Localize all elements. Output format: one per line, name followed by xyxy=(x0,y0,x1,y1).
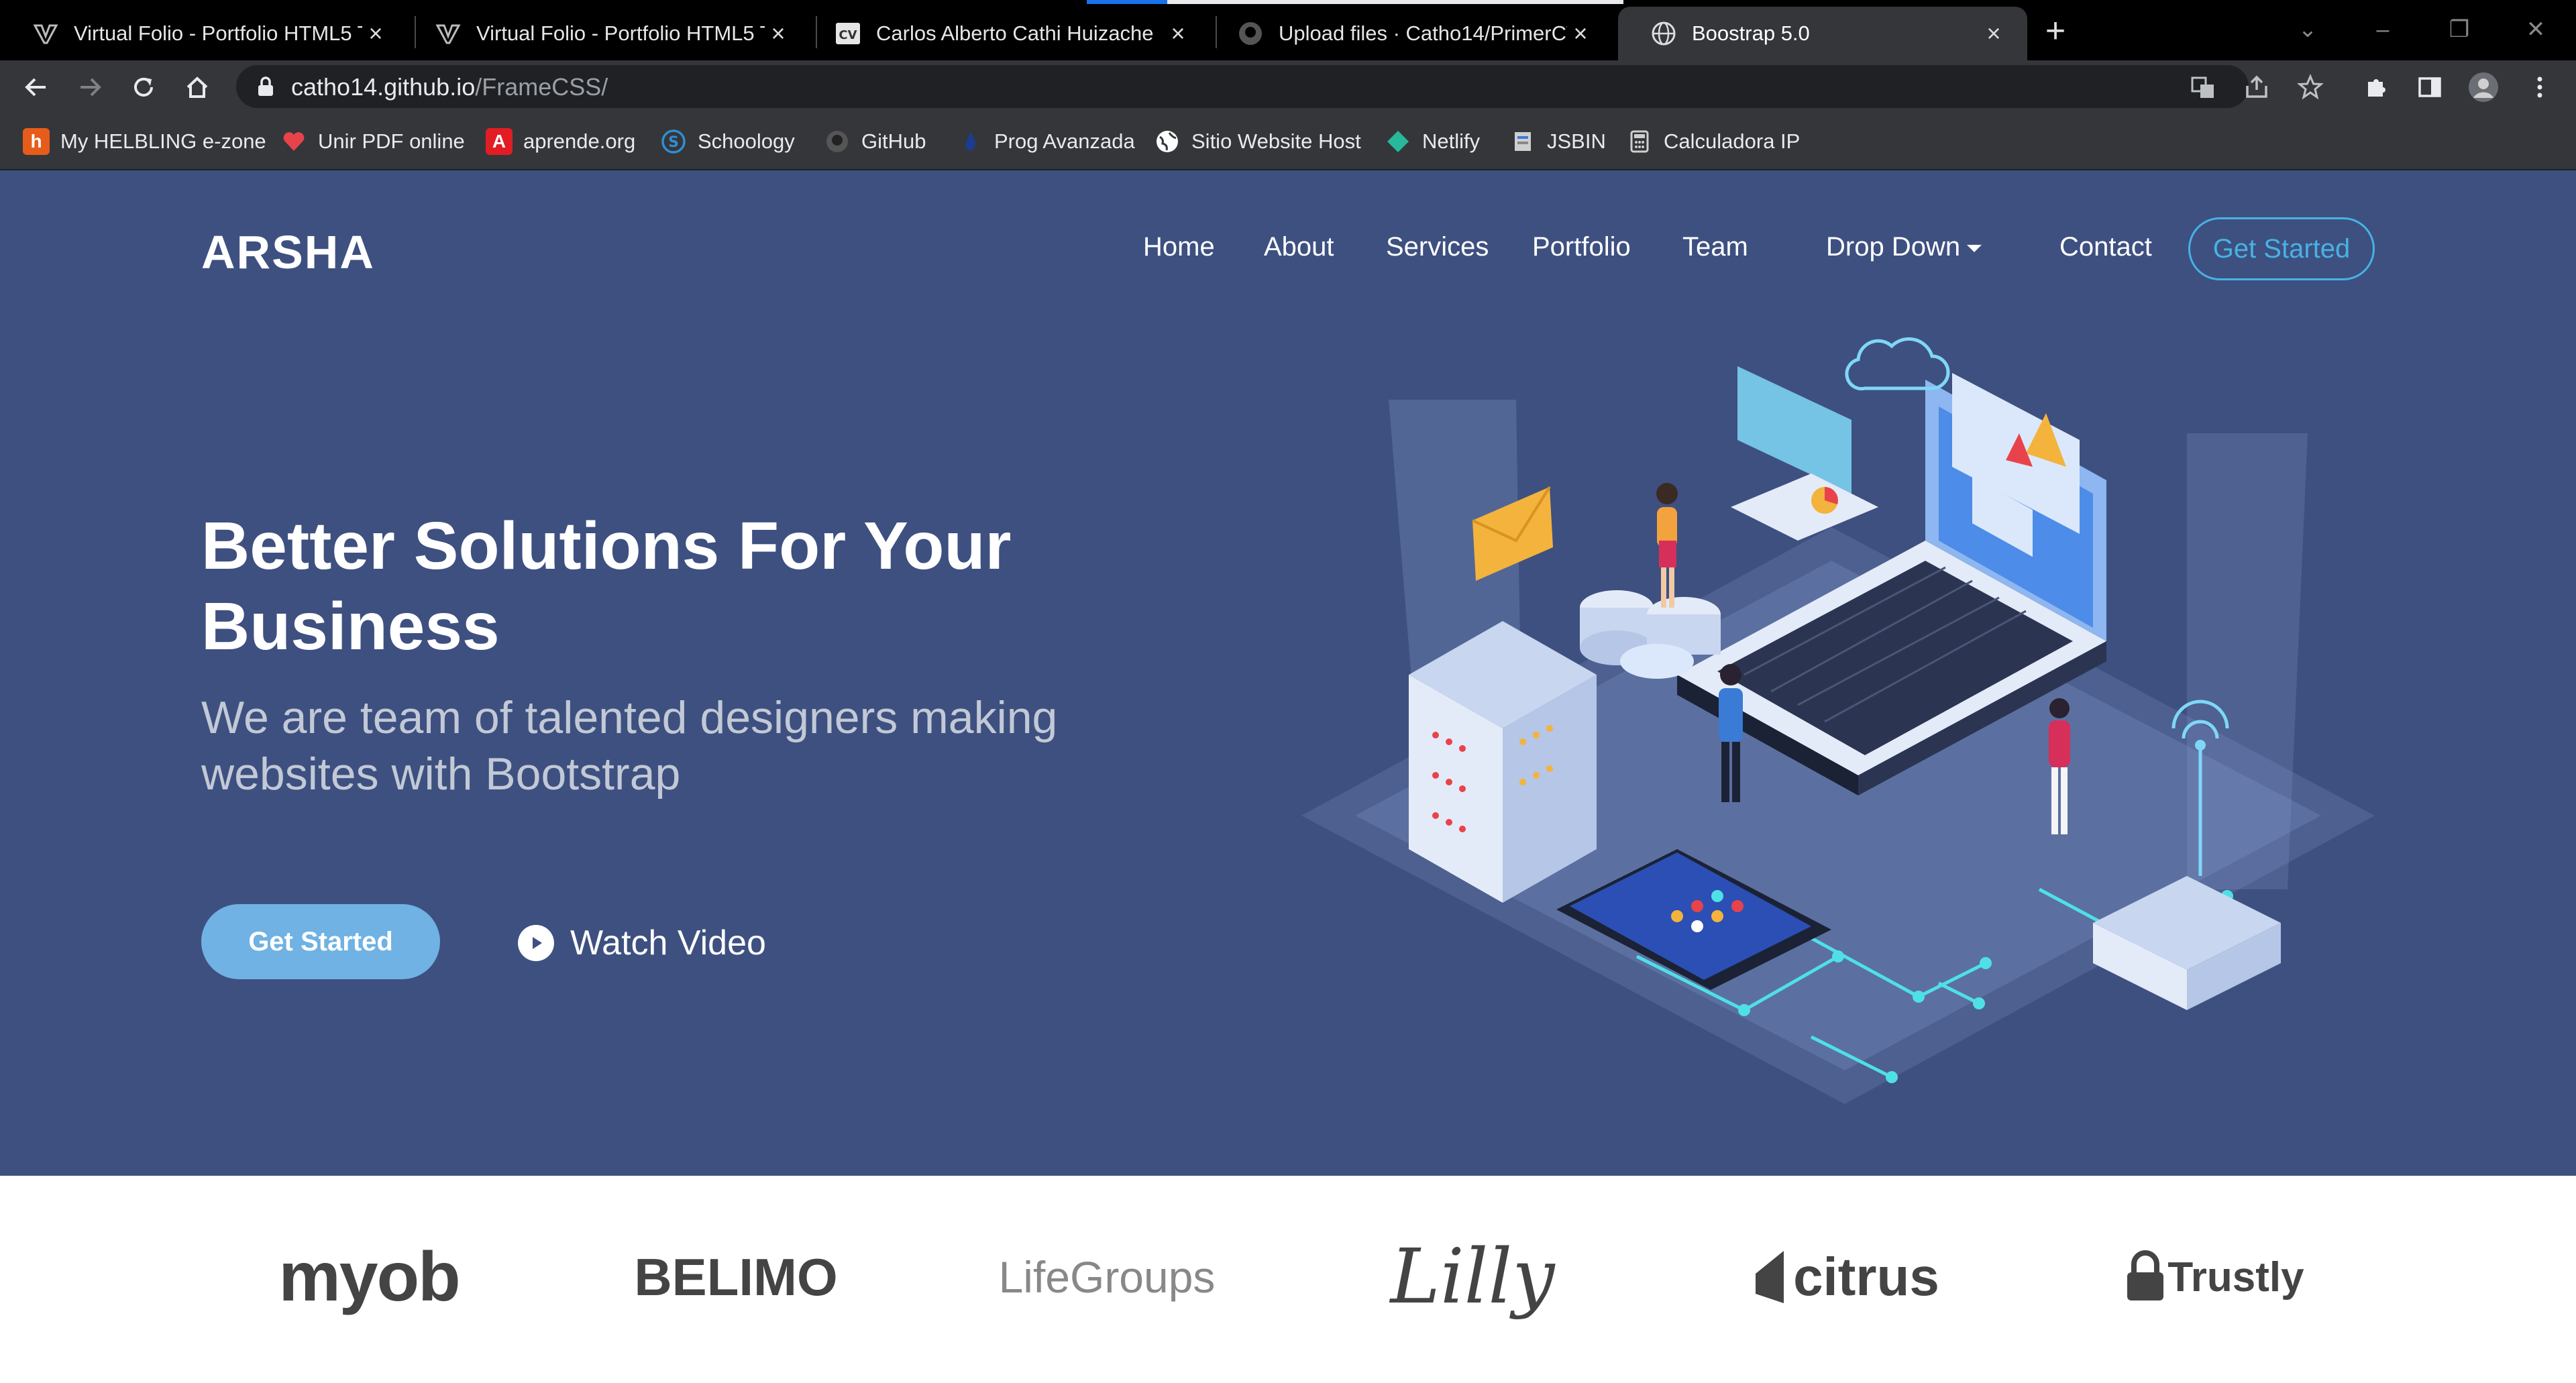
extensions-icon[interactable] xyxy=(2359,70,2394,105)
loading-track xyxy=(1167,0,1623,4)
play-icon xyxy=(518,925,554,961)
client-logo-belimo: BELIMO xyxy=(634,1247,838,1307)
bookmark-prog-avanzada[interactable]: Prog Avanzada xyxy=(957,126,1135,157)
nav-dropdown-label: Drop Down xyxy=(1826,232,1961,262)
arrow-left-icon xyxy=(25,78,46,97)
github-icon xyxy=(824,128,851,155)
bookmark-calculadora-ip[interactable]: Calculadora IP xyxy=(1626,126,1800,157)
client-logo-myob: myob xyxy=(278,1237,460,1316)
close-icon[interactable]: × xyxy=(362,20,389,47)
url-text: catho14.github.io/FrameCSS/ xyxy=(291,73,608,101)
close-icon[interactable]: × xyxy=(1567,20,1594,47)
new-tab-button[interactable]: + xyxy=(2037,12,2074,50)
netlify-icon xyxy=(1385,128,1411,155)
arrow-right-icon xyxy=(80,78,101,97)
share-icon[interactable] xyxy=(2239,70,2274,105)
bookmark-aprende[interactable]: A aprende.org xyxy=(486,126,635,157)
clients-section: myob BELIMO LifeGroups Lilly citrus Trus… xyxy=(0,1176,2576,1383)
aprende-icon: A xyxy=(486,128,513,155)
profile-avatar[interactable] xyxy=(2466,70,2501,105)
address-bar[interactable]: catho14.github.io/FrameCSS/ xyxy=(236,65,2249,108)
tab-title: Carlos Alberto Cathi Huizache xyxy=(876,21,1154,45)
nav-home[interactable]: Home xyxy=(1143,232,1215,262)
client-logo-lifegroups: LifeGroups xyxy=(998,1252,1216,1302)
github-icon xyxy=(1237,20,1264,47)
bookmark-jsbin[interactable]: JSBIN xyxy=(1509,126,1606,157)
forward-button[interactable] xyxy=(72,70,107,105)
close-icon[interactable]: × xyxy=(1165,20,1191,47)
svg-text:S: S xyxy=(668,134,679,151)
minimize-button[interactable]: – xyxy=(2363,11,2403,48)
client-logo-trustly: Trustly xyxy=(2113,1233,2314,1321)
nav-team[interactable]: Team xyxy=(1682,232,1748,262)
flame-icon xyxy=(957,128,983,155)
nav-contact[interactable]: Contact xyxy=(2059,232,2152,262)
home-icon xyxy=(186,76,208,98)
padlock-icon xyxy=(2127,1250,2164,1301)
browser-toolbar: catho14.github.io/FrameCSS/ xyxy=(0,60,2576,113)
bookmark-sitio-website-host[interactable]: Sitio Website Host xyxy=(1154,126,1361,157)
restore-button[interactable]: ❐ xyxy=(2439,11,2479,48)
translate-icon[interactable] xyxy=(2186,70,2220,105)
menu-kebab-icon[interactable] xyxy=(2522,70,2557,105)
reload-icon xyxy=(134,77,153,97)
vf-icon xyxy=(435,20,462,47)
hero-section: ARSHA Home About Services Portfolio Team… xyxy=(0,172,2576,1176)
watch-video-link[interactable]: Watch Video xyxy=(518,923,766,963)
vf-icon xyxy=(32,20,59,47)
tab-cv[interactable]: CV Carlos Alberto Cathi Huizache × xyxy=(802,7,1212,60)
tab-title: Virtual Folio - Portfolio HTML5 Te xyxy=(476,21,765,45)
close-window-button[interactable]: ✕ xyxy=(2516,11,2556,48)
nav-dropdown[interactable]: Drop Down xyxy=(1826,232,1982,262)
reload-button[interactable] xyxy=(126,70,161,105)
caret-down-icon xyxy=(1967,244,1982,252)
nav-about[interactable]: About xyxy=(1264,232,1334,262)
bookmark-star-icon[interactable] xyxy=(2293,70,2328,105)
hero-headline: Better Solutions For Your Business xyxy=(201,508,1012,664)
side-panel-icon[interactable] xyxy=(2412,70,2447,105)
tab-github-upload[interactable]: Upload files · Catho14/PrimerCV × xyxy=(1205,7,1614,60)
close-icon[interactable]: × xyxy=(765,20,792,47)
tab-bootstrap[interactable]: Boostrap 5.0 × xyxy=(1618,7,2027,60)
bookmark-github[interactable]: GitHub xyxy=(824,126,926,157)
hero-illustration xyxy=(1301,337,2375,1104)
tab-title: Upload files · Catho14/PrimerCV xyxy=(1279,21,1567,45)
client-logo-citrus: citrus xyxy=(1744,1233,1945,1321)
client-logo-lilly: Lilly xyxy=(1390,1233,1555,1321)
bookmark-unir-pdf[interactable]: Unir PDF online xyxy=(280,126,465,157)
citrus-mark-icon xyxy=(1756,1251,1784,1303)
nav-services[interactable]: Services xyxy=(1386,232,1489,262)
schoology-icon: S xyxy=(660,128,687,155)
tab-strip: Virtual Folio - Portfolio HTML5 Te × Vir… xyxy=(0,0,2576,60)
tab-virtual-folio-1[interactable]: Virtual Folio - Portfolio HTML5 Te × xyxy=(0,7,409,60)
web-page: ARSHA Home About Services Portfolio Team… xyxy=(0,172,2576,1383)
site-logo[interactable]: ARSHA xyxy=(201,225,375,279)
cv-icon: CV xyxy=(835,20,861,47)
jsbin-icon xyxy=(1509,128,1536,155)
bookmark-netlify[interactable]: Netlify xyxy=(1385,126,1480,157)
helbling-icon: h xyxy=(23,128,50,155)
calculator-icon xyxy=(1626,128,1653,155)
back-button[interactable] xyxy=(19,70,54,105)
bookmark-helbling[interactable]: h My HELBLING e-zone xyxy=(23,126,266,157)
hero-get-started-button[interactable]: Get Started xyxy=(201,904,440,979)
tab-virtual-folio-2[interactable]: Virtual Folio - Portfolio HTML5 Te × xyxy=(402,7,812,60)
globe-icon xyxy=(1154,128,1181,155)
nav-portfolio[interactable]: Portfolio xyxy=(1532,232,1631,262)
close-icon[interactable]: × xyxy=(1980,20,2007,47)
svg-text:CV: CV xyxy=(839,28,857,42)
hero-subline: We are team of talented designers making… xyxy=(201,692,1058,799)
tab-title: Boostrap 5.0 xyxy=(1692,21,1810,45)
home-button[interactable] xyxy=(180,70,215,105)
lock-icon[interactable] xyxy=(256,76,275,101)
loading-indicator xyxy=(1087,0,1167,4)
nav-get-started-button[interactable]: Get Started xyxy=(2188,217,2375,280)
bookmark-schoology[interactable]: S Schoology xyxy=(660,126,795,157)
tab-title: Virtual Folio - Portfolio HTML5 Te xyxy=(74,21,362,45)
bookmarks-bar: h My HELBLING e-zone Unir PDF online A a… xyxy=(0,113,2576,170)
watch-video-label: Watch Video xyxy=(570,924,766,962)
tab-search-icon[interactable]: ⌄ xyxy=(2288,11,2328,48)
globe-icon xyxy=(1650,20,1677,47)
heart-icon xyxy=(280,128,307,155)
